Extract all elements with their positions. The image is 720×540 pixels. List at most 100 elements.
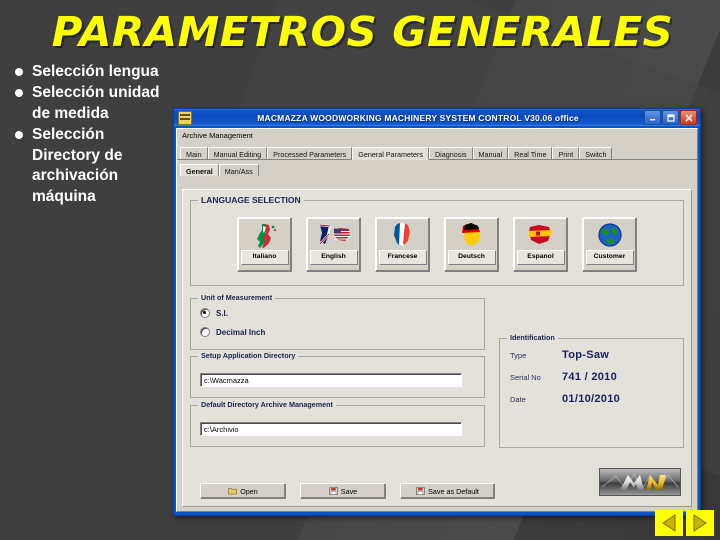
default-directory-archive-management-input[interactable]: c:\Archivio bbox=[200, 422, 462, 436]
tab-print[interactable]: Print bbox=[552, 147, 580, 159]
maximize-glyph bbox=[666, 113, 675, 122]
bullet-text: Selección unidad de medida bbox=[32, 84, 160, 122]
minimize-icon[interactable] bbox=[644, 110, 661, 125]
language-label-espanol: Espanol bbox=[516, 250, 565, 265]
language-button-customer[interactable]: Customer bbox=[582, 217, 637, 272]
france-flag-icon bbox=[393, 223, 410, 246]
identification-row-type: Type Top-Saw bbox=[510, 349, 683, 361]
open-folder-icon bbox=[228, 488, 238, 495]
save-button[interactable]: Save bbox=[300, 483, 386, 499]
language-label-francese: Francese bbox=[378, 250, 427, 265]
language-selection-group: LANGUAGE SELECTION Italiano English Fran… bbox=[190, 195, 684, 286]
page-title: PARAMETROS GENERALES bbox=[51, 8, 674, 56]
general-parameters-panel: LANGUAGE SELECTION Italiano English Fran… bbox=[182, 189, 692, 507]
dialog-button-bar: Open Save Save as Default bbox=[190, 468, 684, 500]
language-label-english: English bbox=[309, 250, 358, 265]
list-item: Selección lengua bbox=[12, 62, 172, 82]
identification-row-date: Date 01/10/2010 bbox=[510, 393, 683, 405]
application-icon bbox=[178, 110, 192, 125]
open-button-label: Open bbox=[240, 486, 258, 496]
language-button-english[interactable]: English bbox=[306, 217, 361, 272]
tab-diagnosis[interactable]: Diagnosis bbox=[428, 147, 473, 159]
tab-general-parameters[interactable]: General Parameters bbox=[352, 147, 429, 160]
prev-arrow-icon bbox=[662, 514, 676, 532]
close-glyph bbox=[685, 114, 692, 121]
list-item: Selección Directory de archivación máqui… bbox=[12, 125, 172, 207]
identification-value-date: 01/10/2010 bbox=[562, 393, 621, 405]
language-button-italiano[interactable]: Italiano bbox=[237, 217, 292, 272]
language-button-deutsch[interactable]: Deutsch bbox=[444, 217, 499, 272]
tab-bar: Main Manual Editing Processed Parameters… bbox=[177, 145, 697, 160]
radio-decimal-inch[interactable]: Decimal Inch bbox=[200, 327, 484, 337]
radio-button-icon bbox=[200, 327, 210, 337]
language-button-row: Italiano English Francese Deutsch Espano… bbox=[191, 217, 683, 272]
tab-manual[interactable]: Manual bbox=[472, 147, 509, 159]
language-selection-label: LANGUAGE SELECTION bbox=[198, 195, 304, 205]
save-as-default-button-label: Save as Default bbox=[428, 486, 479, 496]
sub-tab-bar: General Man/Ass bbox=[177, 162, 697, 176]
close-icon[interactable] bbox=[680, 110, 697, 125]
identification-key: Serial No bbox=[510, 373, 541, 382]
identification-row-serial-no: Serial No 741 / 2010 bbox=[510, 371, 683, 383]
slide-navigation bbox=[655, 510, 714, 536]
list-item: Selección unidad de medida bbox=[12, 83, 172, 124]
previous-slide-button[interactable] bbox=[655, 510, 683, 536]
unit-of-measurement-group: Unit of Measurement S.I. Decimal Inch bbox=[190, 293, 485, 350]
default-directory-archive-management-label: Default Directory Archive Management bbox=[198, 400, 336, 409]
radio-button-icon bbox=[200, 308, 210, 318]
window-controls bbox=[644, 110, 697, 125]
language-button-espanol[interactable]: Espanol bbox=[513, 217, 568, 272]
radio-label-si: S.I. bbox=[216, 308, 229, 318]
open-button[interactable]: Open bbox=[200, 483, 286, 499]
uk-usa-flag-icon bbox=[318, 223, 350, 245]
bullet-text: Selección Directory de archivación máqui… bbox=[32, 126, 123, 205]
italy-flag-icon bbox=[256, 224, 276, 248]
tab-processed-parameters[interactable]: Processed Parameters bbox=[267, 147, 353, 159]
identification-value-type: Top-Saw bbox=[562, 349, 610, 361]
save-disk-icon bbox=[416, 487, 425, 495]
subtab-man-ass[interactable]: Man/Ass bbox=[218, 164, 259, 176]
language-button-francese[interactable]: Francese bbox=[375, 217, 430, 272]
maximize-icon[interactable] bbox=[662, 110, 679, 125]
default-directory-archive-management-group: Default Directory Archive Management c:\… bbox=[190, 400, 485, 447]
language-label-customer: Customer bbox=[585, 250, 634, 265]
identification-key: Type bbox=[510, 351, 527, 360]
tab-manual-editing[interactable]: Manual Editing bbox=[207, 147, 268, 159]
identification-label: Identification bbox=[507, 333, 558, 342]
bullet-dot-icon bbox=[15, 89, 23, 98]
tab-real-time[interactable]: Real Time bbox=[508, 147, 553, 159]
spain-flag-icon bbox=[528, 225, 552, 244]
globe-icon bbox=[597, 223, 622, 247]
radio-si[interactable]: S.I. bbox=[200, 308, 484, 318]
identification-key: Date bbox=[510, 395, 526, 404]
slide-background: PARAMETROS GENERALES Selección lengua Se… bbox=[0, 0, 720, 540]
identification-value-serial-no: 741 / 2010 bbox=[562, 371, 617, 383]
bullet-dot-icon bbox=[15, 131, 23, 140]
menu-item-archive-management[interactable]: Archive Management bbox=[182, 131, 253, 140]
window-title: MACMAZZA WOODWORKING MACHINERY SYSTEM CO… bbox=[257, 112, 579, 123]
subtab-general[interactable]: General bbox=[180, 164, 219, 176]
application-body: Archive Management Main Manual Editing P… bbox=[176, 128, 698, 512]
bullet-list: Selección lengua Selección unidad de med… bbox=[12, 62, 172, 208]
language-label-deutsch: Deutsch bbox=[447, 250, 496, 265]
window-titlebar[interactable]: MACMAZZA WOODWORKING MACHINERY SYSTEM CO… bbox=[174, 109, 700, 126]
mn-logo-icon bbox=[600, 469, 680, 495]
next-arrow-icon bbox=[693, 514, 707, 532]
save-disk-icon bbox=[328, 487, 338, 495]
germany-flag-icon bbox=[461, 223, 480, 246]
minimize-glyph bbox=[650, 119, 655, 121]
bullet-text: Selección lengua bbox=[32, 63, 159, 80]
setup-application-directory-group: Setup Application Directory c:\Wacmazza bbox=[190, 351, 485, 398]
application-window: MACMAZZA WOODWORKING MACHINERY SYSTEM CO… bbox=[173, 108, 701, 516]
menu-bar: Archive Management bbox=[177, 129, 697, 144]
tab-main[interactable]: Main bbox=[180, 147, 208, 159]
radio-label-decimal-inch: Decimal Inch bbox=[216, 327, 266, 337]
next-slide-button[interactable] bbox=[686, 510, 714, 536]
tab-switch[interactable]: Switch bbox=[579, 147, 613, 159]
identification-group: Identification Type Top-Saw Serial No 74… bbox=[499, 333, 684, 448]
save-button-label: Save bbox=[340, 486, 358, 496]
setup-application-directory-input[interactable]: c:\Wacmazza bbox=[200, 373, 462, 387]
save-as-default-button[interactable]: Save as Default bbox=[400, 483, 495, 499]
mn-logo bbox=[599, 468, 681, 496]
unit-of-measurement-label: Unit of Measurement bbox=[198, 293, 276, 302]
